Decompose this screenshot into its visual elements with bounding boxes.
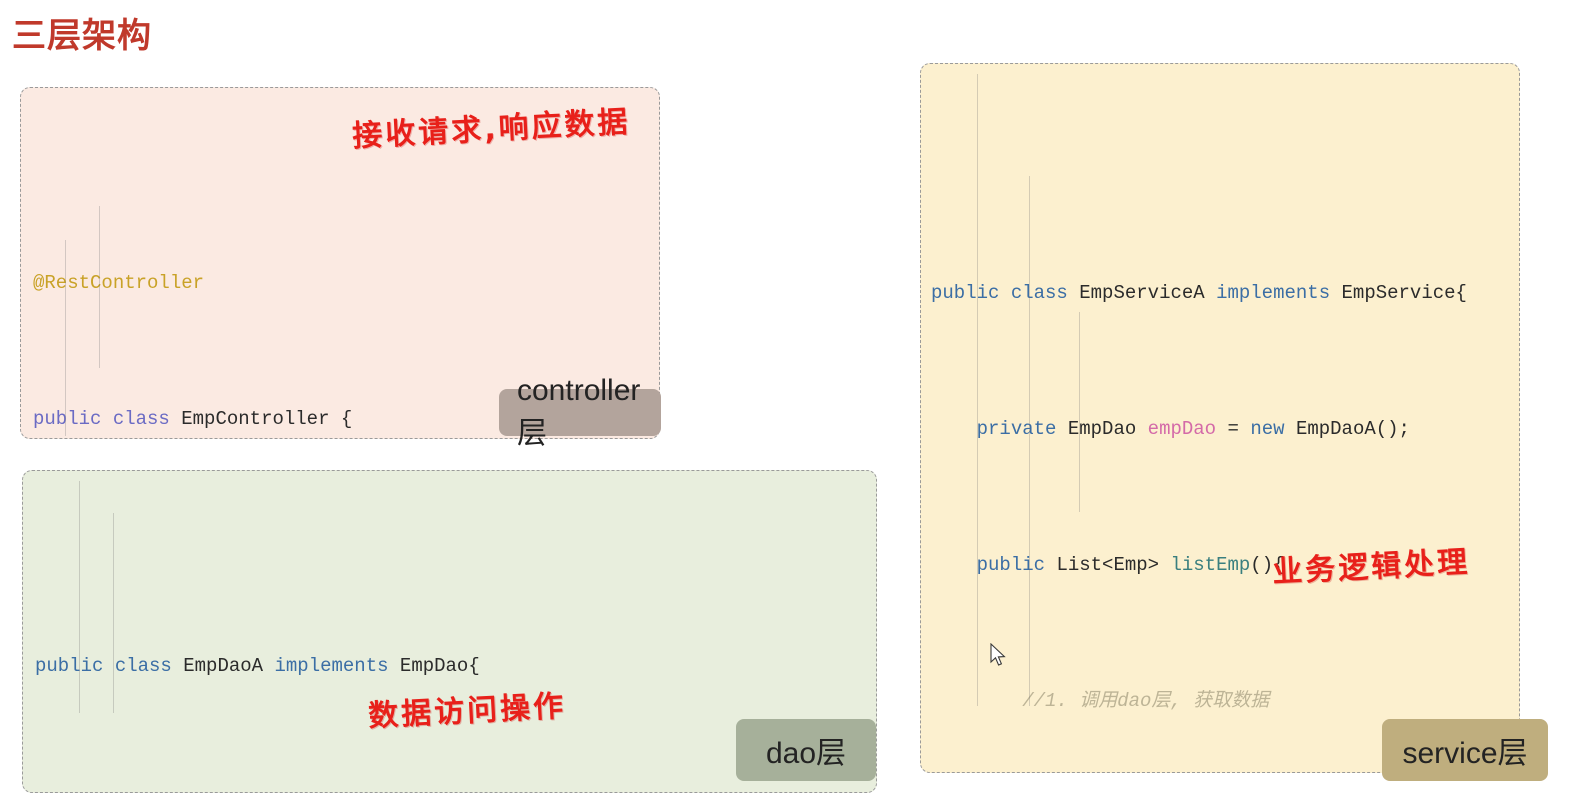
mouse-cursor-icon — [990, 643, 1008, 669]
indent-guide — [65, 240, 66, 436]
field-name: empDao — [1148, 418, 1216, 440]
keyword-implements: implements — [274, 655, 388, 677]
code-line: private EmpDao empDao = new EmpDaoA(); — [931, 412, 1519, 446]
keyword-class: class — [115, 655, 172, 677]
keyword-public: public — [33, 408, 101, 430]
operator: = — [1228, 418, 1239, 440]
class-name: EmpController { — [181, 408, 352, 430]
service-code-box: public class EmpServiceA implements EmpS… — [920, 63, 1520, 773]
annotation-rest-controller: @RestController — [33, 272, 204, 294]
code-line: public List<Emp> listEmp(){ — [35, 785, 876, 793]
page-title: 三层架构 — [12, 8, 152, 57]
layer-badge-service: service层 — [1382, 719, 1548, 781]
constructor-call: EmpDaoA(); — [1296, 418, 1410, 440]
comment: //1. 调用dao层, 获取数据 — [1022, 690, 1269, 712]
indent-guide — [79, 481, 80, 713]
code-line: //1. 调用dao层, 获取数据 — [931, 684, 1519, 718]
indent-guide — [99, 206, 100, 368]
method-name: listEmp — [1170, 554, 1250, 576]
keyword-class: class — [1011, 282, 1068, 304]
class-name: EmpDaoA — [183, 655, 263, 677]
keyword-implements: implements — [1216, 282, 1330, 304]
keyword-public: public — [35, 655, 103, 677]
interface-name: EmpService{ — [1342, 282, 1467, 304]
keyword-class: class — [113, 408, 170, 430]
return-type: List<Emp> — [1056, 554, 1159, 576]
keyword-public: public — [931, 282, 999, 304]
indent-guide — [113, 513, 114, 713]
indent-guide — [1029, 176, 1030, 706]
keyword-private: private — [977, 418, 1057, 440]
keyword-new: new — [1250, 418, 1284, 440]
keyword-public: public — [977, 554, 1045, 576]
code-line: public class EmpDaoA implements EmpDao{ — [35, 649, 876, 683]
class-name: EmpServiceA — [1079, 282, 1204, 304]
code-line: @RestController — [33, 266, 659, 300]
interface-name: EmpDao{ — [400, 655, 480, 677]
layer-badge-dao: dao层 — [736, 719, 876, 781]
indent-guide — [977, 74, 978, 706]
layer-badge-controller: controller层 — [499, 389, 661, 436]
indent-guide — [1079, 312, 1080, 512]
code-line: public class EmpServiceA implements EmpS… — [931, 276, 1519, 310]
